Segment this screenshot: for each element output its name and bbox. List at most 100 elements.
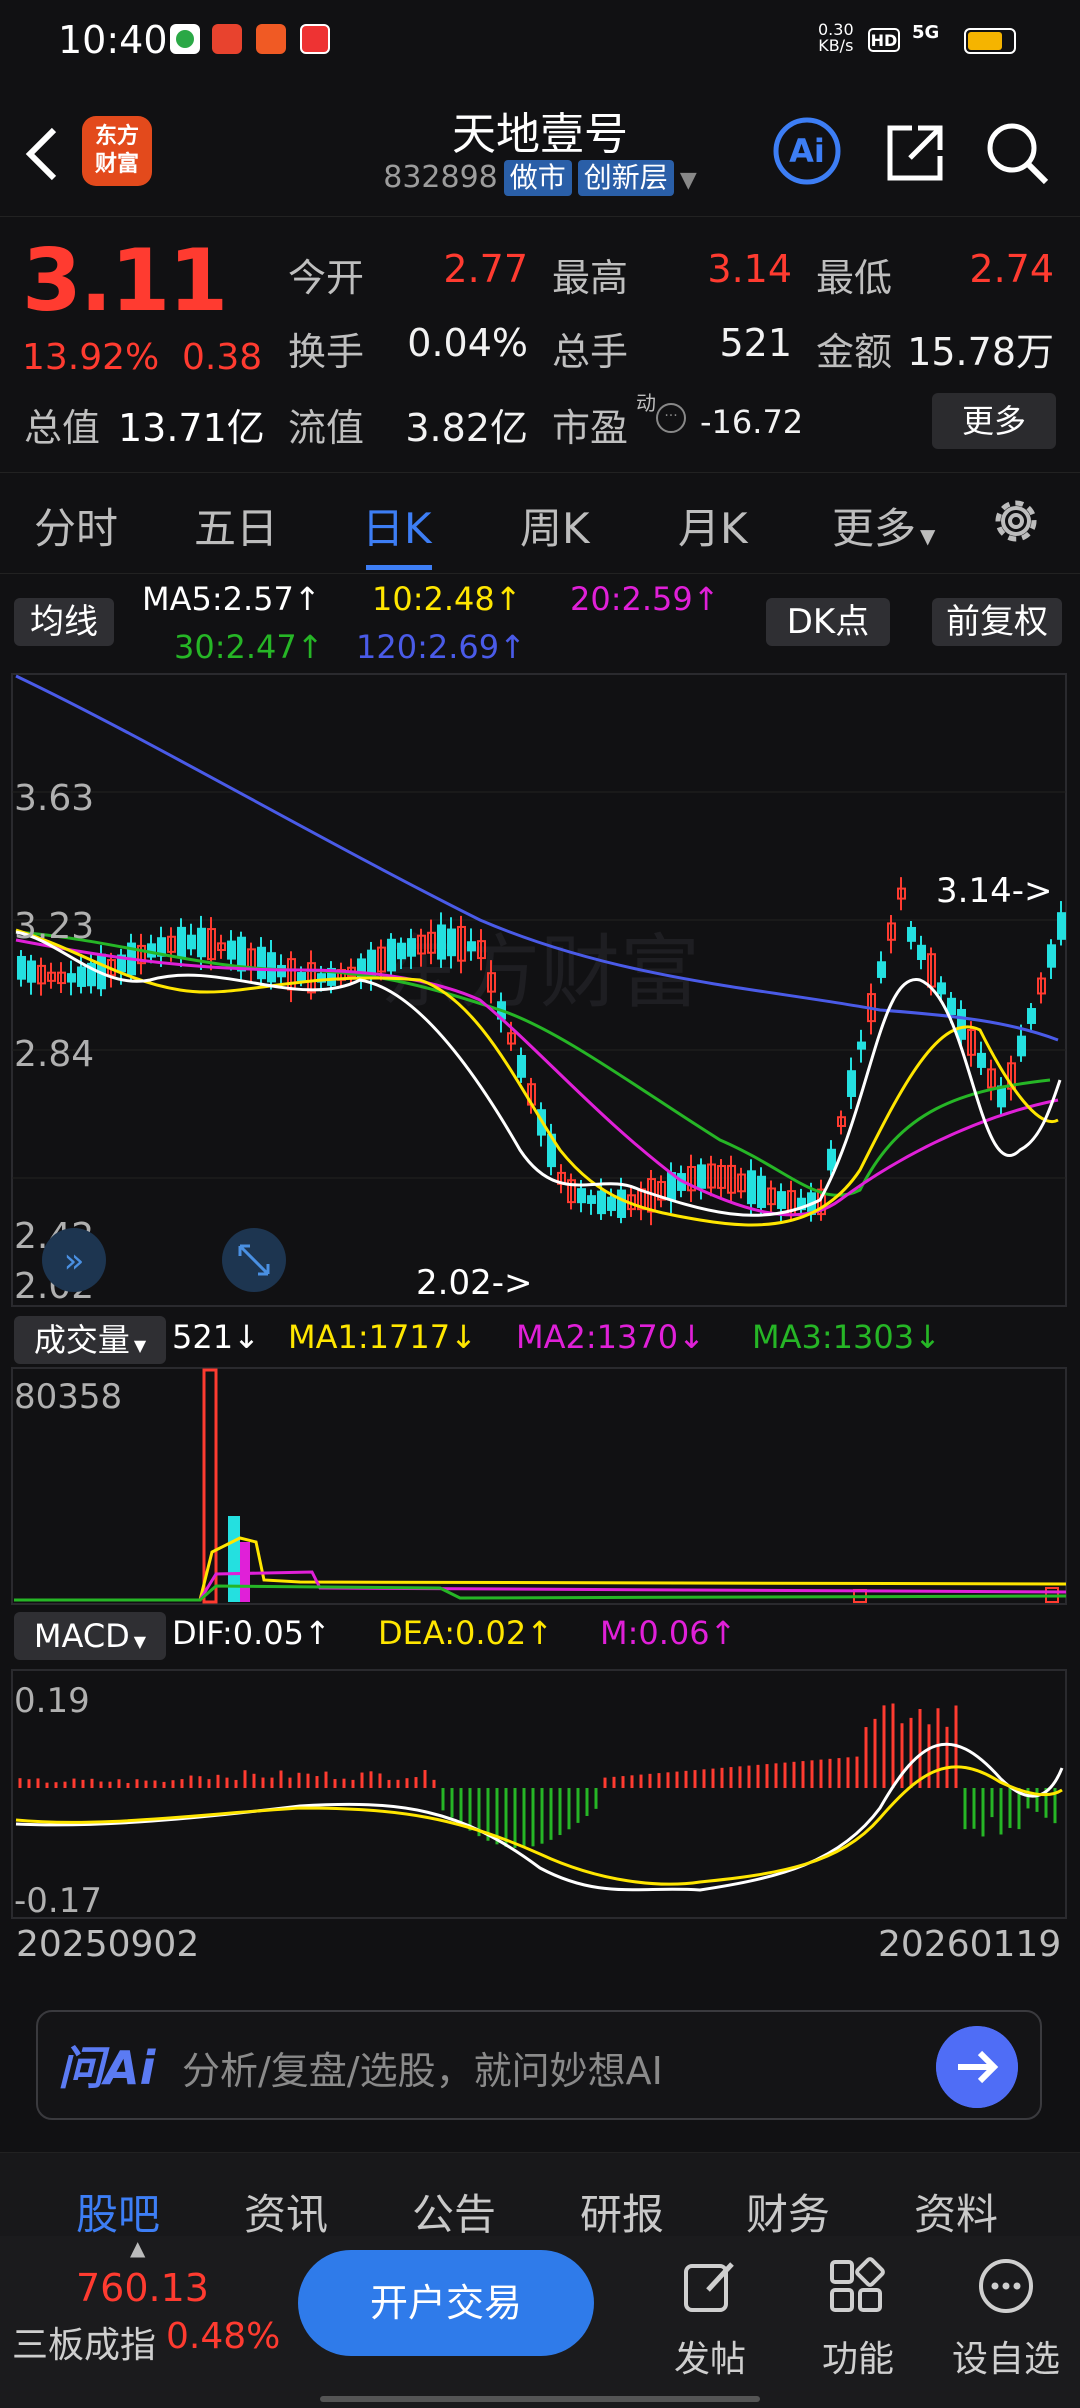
app-logo[interactable]: 东方 财富 bbox=[82, 116, 152, 186]
index-name[interactable]: 三板成指 bbox=[12, 2316, 156, 2368]
candle-body bbox=[697, 1164, 706, 1189]
add-watchlist-label[interactable]: 设自选 bbox=[952, 2330, 1060, 2382]
low-price-marker: 2.02-> bbox=[416, 1263, 532, 1303]
y-axis-label: 3.63 bbox=[14, 778, 94, 819]
functions-label[interactable]: 功能 bbox=[822, 2330, 894, 2382]
tab-news[interactable]: 资讯 bbox=[244, 2181, 328, 2242]
candle-body bbox=[877, 961, 886, 978]
double-chevron-icon: » bbox=[64, 1241, 85, 1281]
dk-points-button[interactable]: DK点 bbox=[766, 598, 890, 646]
hd-icon: HD bbox=[868, 28, 900, 52]
share-icon[interactable] bbox=[882, 120, 948, 186]
candle-body bbox=[947, 997, 956, 1015]
kline-chart[interactable]: 东方财富 3.63 3.23 2.84 2.42 2.02 3.14-> 2.0… bbox=[0, 670, 1080, 1310]
candle-body bbox=[777, 1191, 786, 1209]
search-icon[interactable] bbox=[982, 118, 1052, 188]
index-value[interactable]: 760.13 bbox=[76, 2266, 209, 2310]
tab-weekly-k[interactable]: 周K bbox=[520, 495, 590, 556]
candle-body bbox=[407, 938, 416, 957]
candle-body bbox=[297, 972, 306, 982]
signal-icon: 5G bbox=[912, 22, 940, 43]
volume-value: 521↓ bbox=[172, 1318, 260, 1356]
high-price-marker: 3.14-> bbox=[936, 871, 1052, 911]
ai-input-placeholder[interactable]: 分析/复盘/选股，就问妙想AI bbox=[182, 2040, 663, 2095]
amount-label: 金额 bbox=[816, 330, 893, 374]
ma120-value: 120:2.69↑ bbox=[356, 628, 526, 666]
tab-announcements[interactable]: 公告 bbox=[412, 2181, 496, 2242]
footer-bar: ▲ 760.13 三板成指 0.48% 开户交易 发帖 功能 设自选 bbox=[0, 2236, 1080, 2408]
functions-grid-icon[interactable] bbox=[826, 2256, 886, 2316]
candle-body bbox=[607, 1196, 616, 1211]
macd-dif: DIF:0.05↑ bbox=[172, 1614, 331, 1652]
y-axis-label: 3.23 bbox=[14, 906, 94, 947]
stock-code-row[interactable]: 832898 做市 创新层 ▼ bbox=[300, 160, 780, 196]
candle-body bbox=[957, 1008, 966, 1040]
candle-body bbox=[147, 943, 156, 958]
total-cap-label: 总值 bbox=[24, 406, 101, 450]
ma-legend: 均线 MA5:2.57↑ 10:2.48↑ 20:2.59↑ 30:2.47↑ … bbox=[0, 580, 1080, 680]
candle-body bbox=[197, 927, 206, 958]
ma30-value: 30:2.47↑ bbox=[174, 628, 324, 666]
tab-financials[interactable]: 财务 bbox=[746, 2181, 830, 2242]
tab-more[interactable]: 更多 ▼ bbox=[832, 495, 935, 556]
volume-label: 总手 bbox=[552, 330, 629, 374]
ai-logo-icon: 问Ai bbox=[58, 2041, 156, 2095]
battery-icon bbox=[964, 28, 1016, 54]
dropdown-icon: ▼ bbox=[679, 168, 697, 193]
turnover-label: 换手 bbox=[288, 330, 365, 374]
index-change-percent: 0.48% bbox=[166, 2316, 281, 2357]
volume-ma1: MA1:1717↓ bbox=[288, 1318, 477, 1356]
float-cap-label: 流值 bbox=[288, 406, 365, 450]
settings-gear-icon[interactable] bbox=[988, 493, 1044, 549]
tab-research[interactable]: 研报 bbox=[580, 2181, 664, 2242]
current-price: 3.11 bbox=[22, 231, 228, 331]
dropdown-icon: ▼ bbox=[133, 1336, 147, 1355]
candle-body bbox=[77, 966, 86, 987]
active-tab-indicator bbox=[366, 565, 432, 570]
post-label[interactable]: 发帖 bbox=[674, 2330, 746, 2382]
tab-profile[interactable]: 资料 bbox=[914, 2181, 998, 2242]
home-indicator[interactable] bbox=[320, 2396, 760, 2402]
volume-legend: 成交量 ▼ 521↓ MA1:1717↓ MA2:1370↓ MA3:1303↓ bbox=[0, 1312, 1080, 1368]
tab-intraday[interactable]: 分时 bbox=[34, 495, 118, 556]
candle-body bbox=[447, 928, 456, 957]
macd-indicator-button[interactable]: MACD ▼ bbox=[14, 1612, 166, 1660]
low-value: 2.74 bbox=[969, 247, 1054, 291]
pe-superscript: 动 bbox=[636, 391, 656, 415]
volume-indicator-button[interactable]: 成交量 ▼ bbox=[14, 1316, 166, 1364]
volume-chart[interactable]: 80358 bbox=[0, 1366, 1080, 1606]
tab-monthly-k[interactable]: 月K bbox=[678, 495, 748, 556]
pe-label: 市盈 bbox=[552, 406, 629, 450]
stock-code: 832898 bbox=[383, 160, 498, 195]
tab-forum[interactable]: 股吧 bbox=[76, 2181, 160, 2242]
back-arrow-icon[interactable] bbox=[22, 124, 64, 184]
expand-up-icon[interactable]: ▲ bbox=[130, 2236, 145, 2260]
add-watchlist-icon[interactable] bbox=[976, 2256, 1036, 2316]
ma20-value: 20:2.59↑ bbox=[570, 580, 720, 618]
macd-dea: DEA:0.02↑ bbox=[378, 1614, 554, 1652]
macd-y-bottom: -0.17 bbox=[14, 1881, 102, 1920]
tab-five-day[interactable]: 五日 bbox=[194, 495, 278, 556]
turnover-value: 0.04% bbox=[407, 321, 528, 365]
ma-indicator-button[interactable]: 均线 bbox=[14, 598, 114, 646]
candle-body bbox=[617, 1189, 626, 1218]
send-arrow-icon[interactable] bbox=[936, 2026, 1018, 2108]
period-tabs: 分时 五日 日K 周K 月K 更多 ▼ bbox=[0, 472, 1080, 574]
candle-body bbox=[267, 952, 276, 983]
macd-m: M:0.06↑ bbox=[600, 1614, 737, 1652]
status-time: 10:40 bbox=[58, 18, 168, 62]
tab-daily-k[interactable]: 日K bbox=[362, 495, 432, 556]
candle-body bbox=[17, 955, 26, 980]
ai-query-bar[interactable]: 问Ai 分析/复盘/选股，就问妙想AI bbox=[36, 2010, 1042, 2120]
header: 东方 财富 天地壹号 832898 做市 创新层 ▼ Ai bbox=[0, 86, 1080, 216]
candle-body bbox=[467, 941, 476, 952]
open-account-trade-button[interactable]: 开户交易 bbox=[298, 2250, 594, 2356]
more-button[interactable]: 更多 bbox=[932, 393, 1056, 449]
volume-y-max: 80358 bbox=[14, 1377, 122, 1417]
ai-assistant-icon[interactable]: Ai bbox=[772, 116, 842, 186]
more-info-icon[interactable]: ··· bbox=[656, 403, 686, 433]
price-adjust-button[interactable]: 前复权 bbox=[932, 598, 1062, 646]
macd-chart[interactable]: 0.19 -0.17 bbox=[0, 1668, 1080, 1920]
high-value: 3.14 bbox=[707, 247, 792, 291]
post-edit-icon[interactable] bbox=[680, 2256, 740, 2316]
